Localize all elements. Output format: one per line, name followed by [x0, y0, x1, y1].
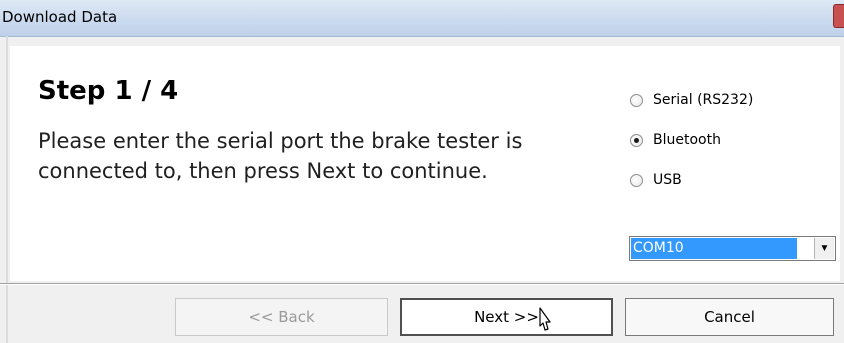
step-title: Step 1 / 4 — [38, 76, 179, 106]
radio-bluetooth[interactable]: Bluetooth — [630, 132, 721, 148]
instructions-text: Please enter the serial port the brake t… — [38, 129, 523, 183]
radio-label: Bluetooth — [653, 132, 721, 148]
window-title: Download Data — [2, 8, 118, 26]
port-value: COM10 — [631, 238, 797, 259]
next-button[interactable]: Next >> — [400, 298, 613, 336]
radio-usb[interactable]: USB — [630, 172, 682, 188]
back-button[interactable]: << Back — [175, 298, 388, 336]
dropdown-arrow-icon[interactable]: ▼ — [814, 238, 834, 259]
separator-highlight — [0, 284, 844, 285]
radio-label: USB — [653, 172, 682, 188]
radio-button[interactable] — [630, 173, 643, 187]
cancel-button[interactable]: Cancel — [625, 298, 834, 336]
radio-serial[interactable]: Serial (RS232) — [630, 92, 753, 108]
dialog-edge — [6, 36, 8, 343]
radio-button[interactable] — [630, 133, 643, 147]
title-bar[interactable]: Download Data — [0, 0, 844, 37]
download-data-dialog: Download Data Step 1 / 4 Please enter th… — [0, 0, 844, 343]
radio-label: Serial (RS232) — [653, 92, 754, 108]
port-combobox[interactable]: COM10 ▼ — [629, 236, 836, 261]
mouse-pointer-icon — [539, 307, 551, 331]
close-button[interactable] — [833, 4, 844, 28]
radio-button[interactable] — [630, 93, 643, 107]
